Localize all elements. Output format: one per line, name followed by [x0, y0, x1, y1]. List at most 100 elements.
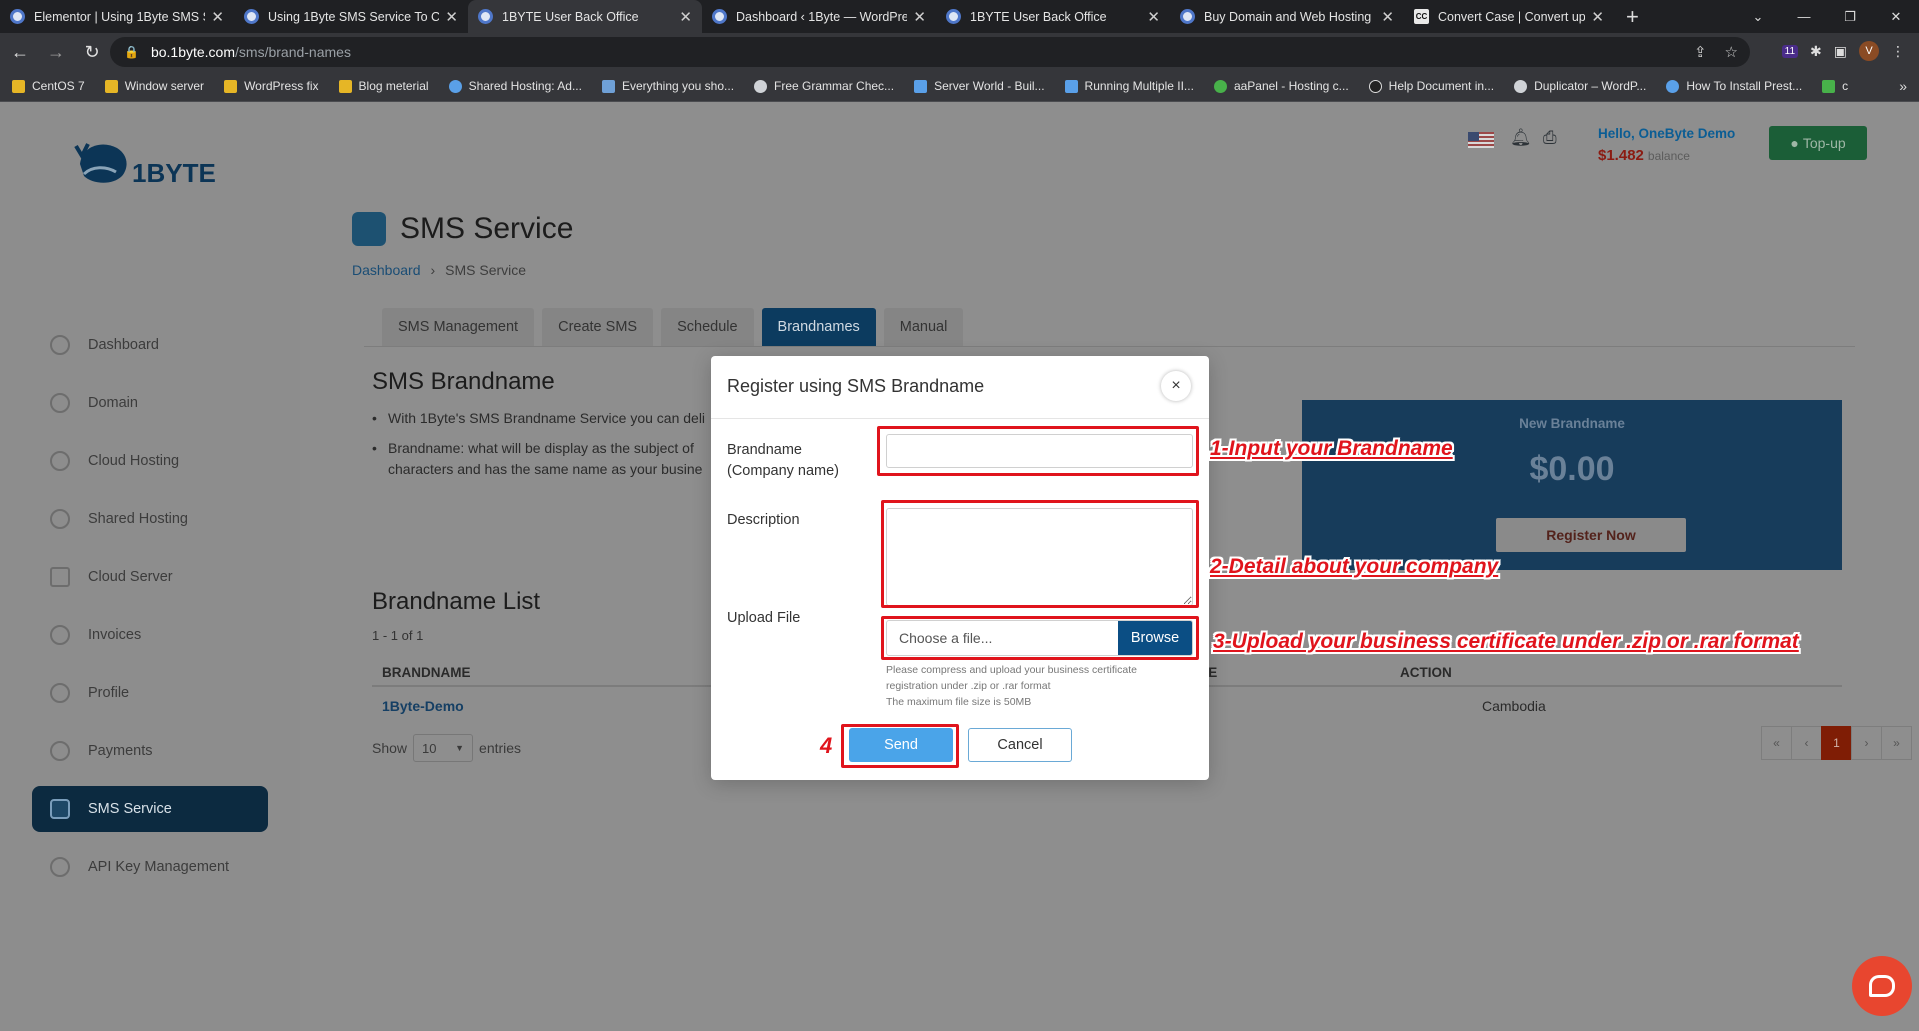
bookmarks-overflow-icon[interactable]: »	[1899, 78, 1907, 94]
sidebar-item-label: Cloud Server	[88, 569, 173, 585]
sidebar-item-invoices[interactable]: Invoices	[32, 612, 268, 658]
bookmark-item[interactable]: Duplicator – WordP...	[1514, 79, 1646, 93]
side-panel-icon[interactable]: ▣	[1834, 43, 1847, 60]
folder-icon	[12, 79, 25, 93]
tab-schedule[interactable]: Schedule	[661, 308, 754, 346]
folder-icon	[338, 79, 352, 93]
sidebar-item-dashboard[interactable]: Dashboard	[32, 322, 268, 368]
bookmark-item[interactable]: Blog meterial	[338, 79, 429, 93]
tab-create-sms[interactable]: Create SMS	[542, 308, 654, 346]
bookmark-item[interactable]: CentOS 7	[12, 79, 85, 93]
bookmark-item[interactable]: Free Grammar Chec...	[754, 79, 894, 93]
extension-badge-icon[interactable]: 11	[1781, 44, 1799, 58]
first-page-button[interactable]: «	[1761, 726, 1792, 760]
sidebar-item-shared-hosting[interactable]: Shared Hosting	[32, 496, 268, 542]
breadcrumb-dashboard[interactable]: Dashboard	[352, 262, 421, 278]
bookmark-item[interactable]: aaPanel - Hosting c...	[1213, 79, 1349, 93]
bookmark-label: c	[1842, 79, 1849, 93]
bookmark-item[interactable]: WordPress fix	[224, 79, 319, 93]
sidebar-item-domain[interactable]: Domain	[32, 380, 268, 426]
sidebar-item-cloud-hosting[interactable]: Cloud Hosting	[32, 438, 268, 484]
sidebar-item-sms-service[interactable]: SMS Service	[32, 786, 268, 832]
browser-tab-5[interactable]: 1BYTE User Back Office ✕	[936, 0, 1170, 33]
cancel-button[interactable]: Cancel	[968, 728, 1072, 762]
close-window-icon[interactable]: ✕	[1873, 0, 1919, 33]
window-controls: ⌄ — ❐ ✕	[1735, 0, 1919, 33]
list-title: Brandname List	[372, 588, 541, 615]
restore-icon[interactable]: ❐	[1827, 0, 1873, 33]
topup-button[interactable]: ● Top-up	[1769, 126, 1867, 160]
lock-icon[interactable]: 🔒	[124, 45, 139, 59]
bookmark-item[interactable]: Window server	[104, 79, 204, 93]
bookmark-item[interactable]: c	[1822, 79, 1848, 93]
profile-avatar[interactable]: V	[1859, 41, 1879, 61]
forward-icon[interactable]: →	[40, 42, 72, 63]
puzzle-icon[interactable]: ✱	[1810, 43, 1822, 60]
site-icon	[1822, 79, 1836, 93]
star-icon[interactable]: ☆	[1725, 43, 1738, 61]
chevron-right-icon: ›	[430, 262, 436, 278]
tab-close-icon[interactable]: ✕	[1591, 8, 1604, 26]
last-page-button[interactable]: »	[1881, 726, 1912, 760]
prev-page-button[interactable]: ‹	[1791, 726, 1822, 760]
reload-icon[interactable]: ↻	[76, 42, 108, 63]
bell-icon[interactable]: 🔔︎	[1510, 128, 1532, 148]
shared-hosting-icon	[50, 509, 70, 529]
type-cell: Cambodia	[1482, 698, 1546, 714]
bookmark-item[interactable]: Running Multiple II...	[1064, 79, 1194, 93]
sidebar-item-cloud-server[interactable]: Cloud Server	[32, 554, 268, 600]
sidebar-item-label: Profile	[88, 685, 130, 701]
tab-close-icon[interactable]: ✕	[679, 8, 692, 26]
sidebar-item-profile[interactable]: Profile	[32, 670, 268, 716]
bookmark-item[interactable]: Help Document in...	[1368, 79, 1494, 93]
bookmark-item[interactable]: How To Install Prest...	[1666, 79, 1802, 93]
user-greeting[interactable]: Hello, OneByte Demo	[1598, 126, 1735, 141]
chat-widget-button[interactable]	[1852, 956, 1912, 1016]
new-tab-icon[interactable]: +	[1626, 4, 1639, 30]
tab-close-icon[interactable]: ✕	[1147, 8, 1160, 26]
minimize-icon[interactable]: —	[1781, 0, 1827, 33]
bookmark-item[interactable]: Everything you sho...	[601, 79, 734, 93]
tab-sms-management[interactable]: SMS Management	[382, 308, 535, 346]
annotation-step-4: 4	[820, 733, 833, 758]
menu-dots-icon[interactable]: ⋮	[1891, 43, 1905, 60]
wordpress-icon	[244, 9, 259, 24]
sidebar-item-label: SMS Service	[88, 801, 172, 817]
bookmark-item[interactable]: Shared Hosting: Ad...	[448, 79, 582, 93]
bookmark-item[interactable]: Server World - Buil...	[914, 79, 1045, 93]
sidebar-item-label: Cloud Hosting	[88, 453, 180, 469]
tab-search-icon[interactable]: ⌄	[1735, 0, 1781, 33]
us-flag-icon[interactable]	[1468, 132, 1494, 148]
entries-select[interactable]: 10 ▼	[413, 734, 474, 762]
url-field[interactable]: 🔒 bo.1byte.com/sms/brand-names ⇪ ☆	[110, 37, 1750, 67]
tab-close-icon[interactable]: ✕	[445, 8, 458, 26]
column-header-brandname[interactable]: BRANDNAME	[382, 665, 471, 680]
tab-close-icon[interactable]: ✕	[1381, 8, 1394, 26]
tab-close-icon[interactable]: ✕	[913, 8, 926, 26]
tab-manual[interactable]: Manual	[883, 308, 964, 346]
share-icon[interactable]: ⇪	[1694, 43, 1707, 61]
close-icon[interactable]: ×	[1161, 371, 1191, 401]
bookmark-label: How To Install Prest...	[1686, 79, 1803, 93]
sidebar-item-payments[interactable]: Payments	[32, 728, 268, 774]
back-icon[interactable]: ←	[4, 42, 36, 63]
ticket-icon[interactable]: ⎙	[1543, 128, 1557, 148]
browser-tab-2[interactable]: Using 1Byte SMS Service To Cre ✕	[234, 0, 468, 33]
page-1-button[interactable]: 1	[1821, 726, 1852, 760]
tab-brandnames[interactable]: Brandnames	[761, 308, 876, 346]
bookmark-label: Free Grammar Chec...	[774, 79, 895, 93]
browser-tab-7[interactable]: CC Convert Case | Convert upper ca ✕	[1404, 0, 1614, 33]
sidebar-item-label: Invoices	[88, 627, 142, 643]
browser-tab-4[interactable]: Dashboard ‹ 1Byte — WordPres ✕	[702, 0, 936, 33]
next-page-button[interactable]: ›	[1851, 726, 1882, 760]
key-icon	[50, 857, 70, 877]
browser-tab-3[interactable]: 1BYTE User Back Office ✕	[468, 0, 702, 33]
wordpress-icon	[10, 9, 25, 24]
tab-close-icon[interactable]: ✕	[211, 8, 224, 26]
browser-tab-6[interactable]: Buy Domain and Web Hosting i ✕	[1170, 0, 1404, 33]
brandname-link[interactable]: 1Byte-Demo	[382, 698, 464, 714]
page-header: SMS Service	[352, 212, 573, 246]
register-now-button[interactable]: Register Now	[1496, 518, 1686, 552]
browser-tab-1[interactable]: Elementor | Using 1Byte SMS Se ✕	[0, 0, 234, 33]
sidebar-item-api-key-management[interactable]: API Key Management	[32, 844, 268, 890]
